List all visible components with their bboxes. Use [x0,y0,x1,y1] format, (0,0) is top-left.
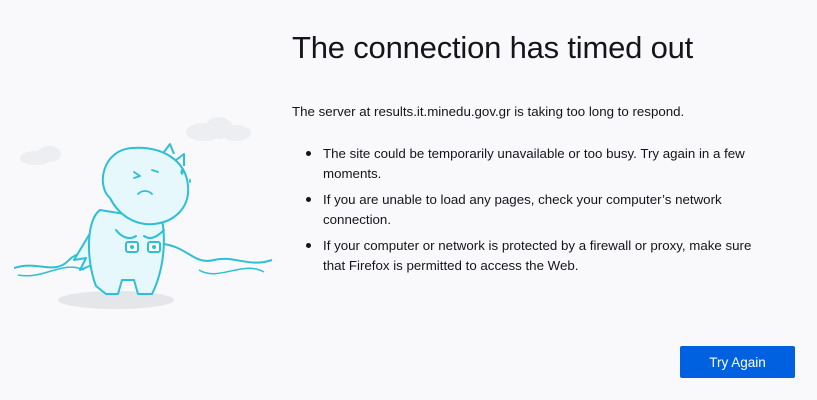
try-again-button[interactable]: Try Again [680,346,795,378]
error-page: The connection has timed out The server … [0,0,817,400]
error-content: The connection has timed out The server … [292,26,800,282]
list-item: The site could be temporarily unavailabl… [306,144,763,184]
reason-text: The site could be temporarily unavailabl… [323,146,745,181]
error-reasons-list: The site could be temporarily unavailabl… [292,144,800,276]
error-description: The server at results.it.minedu.gov.gr i… [292,104,685,119]
list-item: If you are unable to load any pages, che… [306,190,763,230]
reason-text: If your computer or network is protected… [323,238,752,273]
bullet-icon [306,197,311,202]
page-title: The connection has timed out [292,30,694,65]
disconnected-dino-icon [14,117,273,309]
bullet-icon [306,243,311,248]
list-item: If your computer or network is protected… [306,236,763,276]
bullet-icon [306,151,311,156]
reason-text: If you are unable to load any pages, che… [323,192,722,227]
